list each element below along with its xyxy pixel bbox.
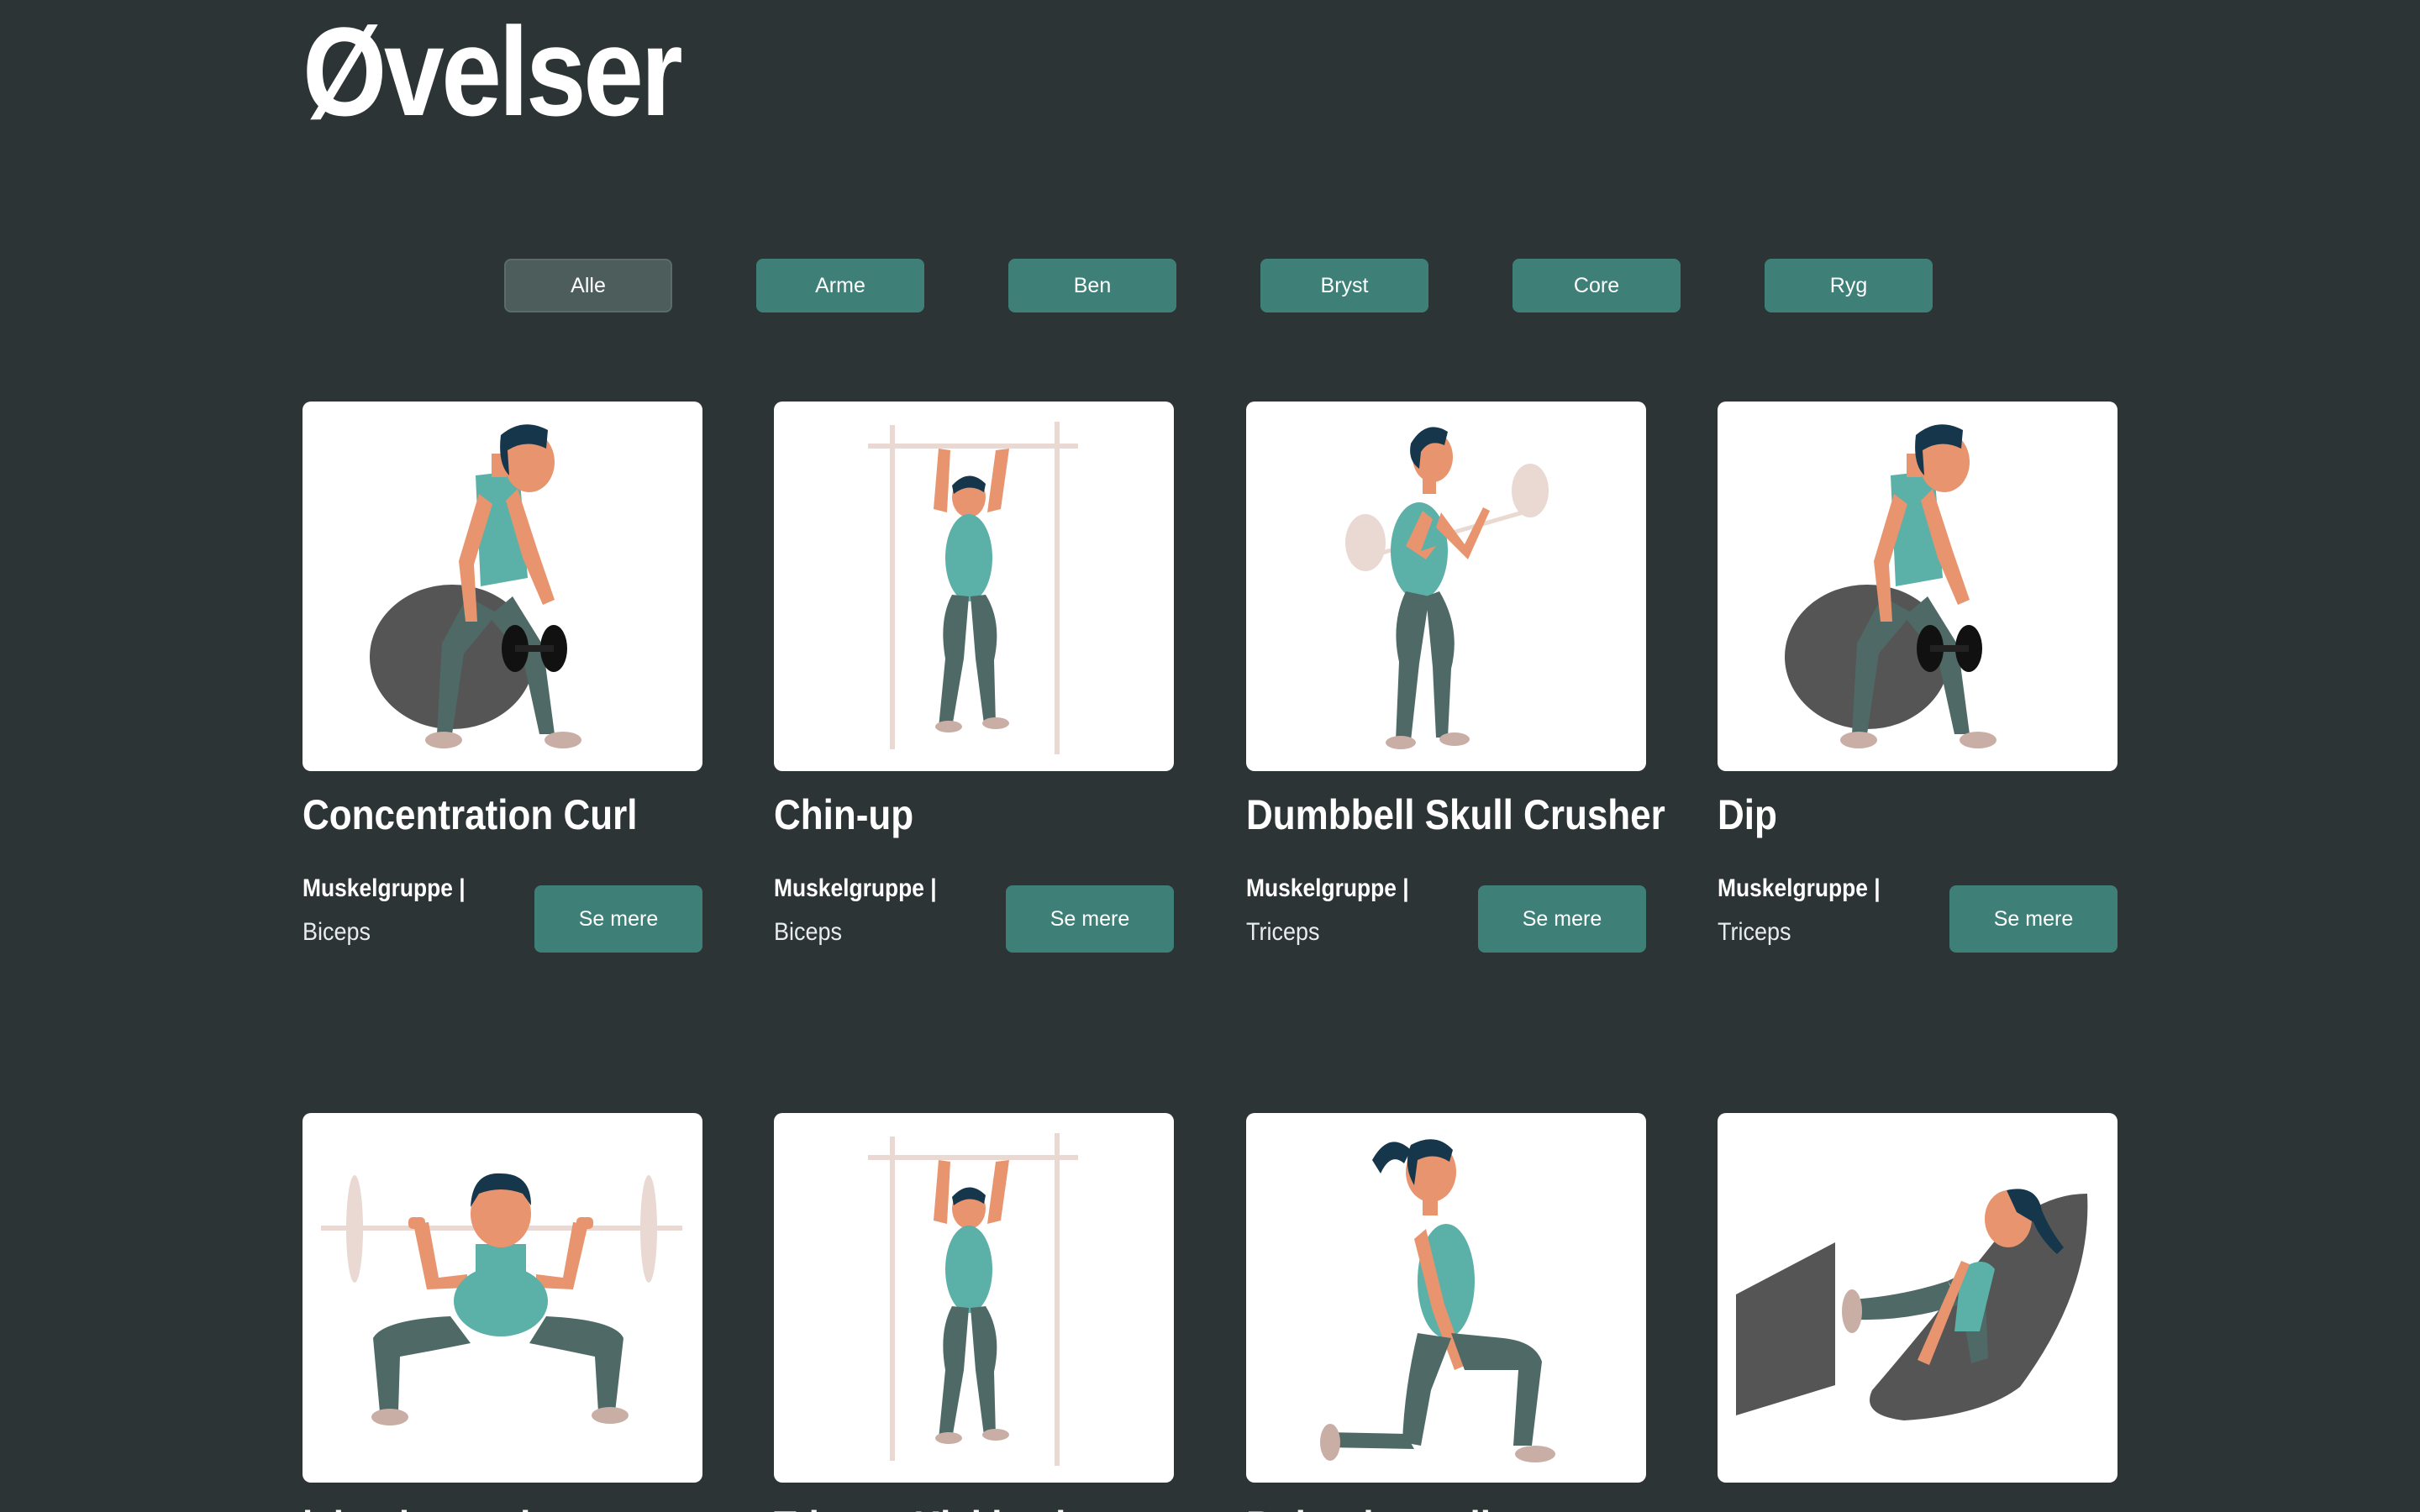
muscle-group-value: Triceps (1246, 918, 1320, 946)
exercise-illustration[interactable] (1718, 1113, 2118, 1483)
exercise-title: Dip (1718, 791, 1777, 838)
leg-press-icon (1736, 1189, 2088, 1420)
filter-arme-button[interactable]: Arme (756, 259, 924, 312)
page-title: Øvelser (302, 1, 683, 142)
exercise-illustration[interactable] (302, 402, 702, 771)
exercise-title: Chin-up (774, 791, 914, 838)
exercise-title: Dumbbell Skull Crusher (1246, 791, 1665, 838)
ball-seated-dumbbell-icon (1785, 424, 1996, 748)
see-more-button[interactable]: Se mere (1478, 885, 1646, 953)
muscle-group-value: Biceps (774, 918, 843, 946)
filter-bar: Alle Arme Ben Bryst Core Ryg (504, 259, 1933, 312)
filter-ben-button[interactable]: Ben (1008, 259, 1176, 312)
muscle-group-value: Triceps (1718, 918, 1791, 946)
pullup-bar-icon (868, 422, 1078, 754)
exercise-illustration[interactable] (302, 1113, 702, 1483)
barbell-standing-icon (1345, 427, 1549, 749)
ball-seated-dumbbell-icon (370, 424, 581, 748)
muscle-group-label: Muskelgruppe | (774, 874, 937, 902)
muscle-group-label: Muskelgruppe | (302, 874, 466, 902)
exercise-illustration[interactable] (1246, 402, 1646, 771)
exercise-title: Triceps Kickback (774, 1501, 1076, 1512)
exercise-illustration[interactable] (774, 1113, 1174, 1483)
lunge-icon (1320, 1139, 1555, 1462)
see-more-button[interactable]: Se mere (534, 885, 702, 953)
exercise-illustration[interactable] (1246, 1113, 1646, 1483)
filter-core-button[interactable]: Core (1512, 259, 1681, 312)
filter-bryst-button[interactable]: Bryst (1260, 259, 1428, 312)
filter-ryg-button[interactable]: Ryg (1765, 259, 1933, 312)
muscle-group-label: Muskelgruppe | (1246, 874, 1409, 902)
exercise-title: lying leg curl (302, 1501, 530, 1512)
exercise-title: Concentration Curl (302, 791, 638, 838)
exercise-illustration[interactable] (774, 402, 1174, 771)
exercise-illustration[interactable] (1718, 402, 2118, 771)
see-more-button[interactable]: Se mere (1949, 885, 2118, 953)
muscle-group-label: Muskelgruppe | (1718, 874, 1881, 902)
filter-alle-button[interactable]: Alle (504, 259, 672, 312)
pullup-bar-icon (868, 1133, 1078, 1466)
muscle-group-value: Biceps (302, 918, 371, 946)
exercise-title: Bulgarian split squat (1246, 1501, 1612, 1512)
barbell-squat-icon (321, 1173, 682, 1425)
exercises-page: Øvelser Alle Arme Ben Bryst Core Ryg Con… (0, 0, 2420, 1512)
see-more-button[interactable]: Se mere (1006, 885, 1174, 953)
